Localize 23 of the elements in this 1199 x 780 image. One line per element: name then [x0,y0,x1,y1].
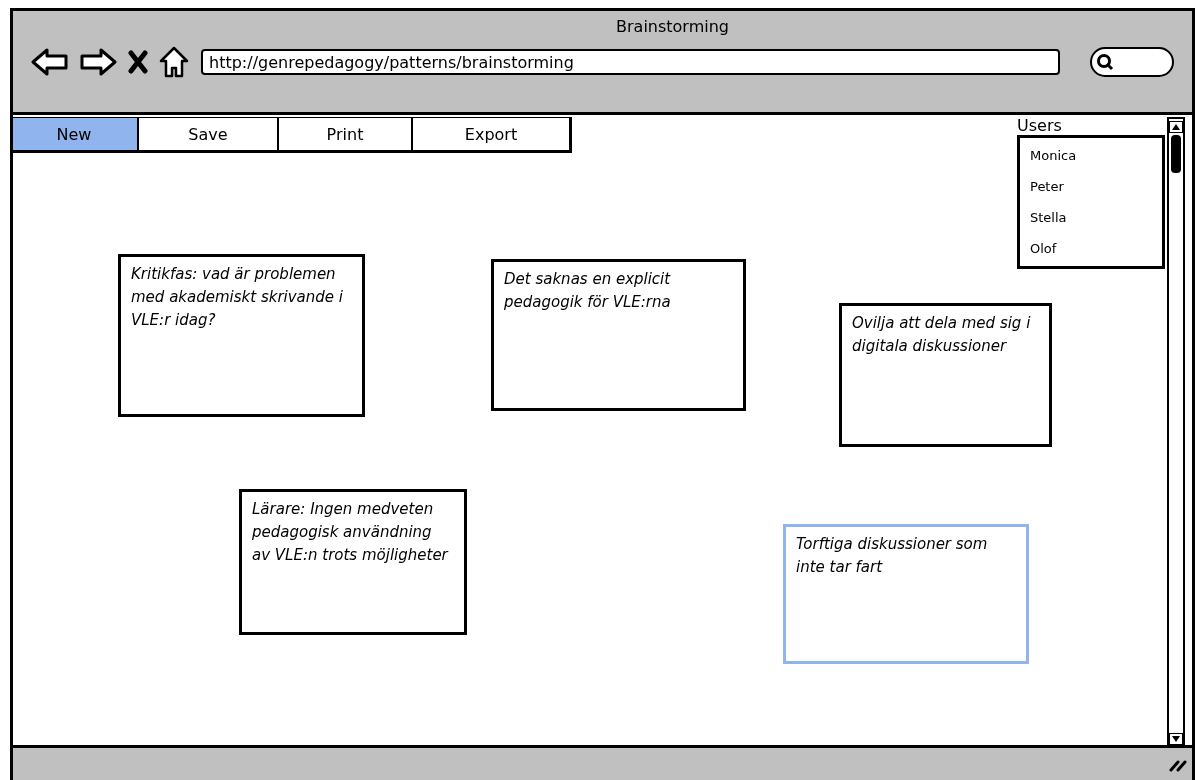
users-label: Users [1017,116,1063,135]
scroll-thumb[interactable] [1171,135,1181,173]
home-icon[interactable] [159,46,189,78]
window-title: Brainstorming [615,17,730,36]
toolbar-button[interactable]: New [13,118,139,150]
sticky-note[interactable]: Torftiga diskussioner som inte tar fart [783,524,1029,664]
close-icon[interactable] [127,50,149,74]
user-item[interactable]: Monica [1030,140,1152,171]
sticky-note[interactable]: Lärare: Ingen medveten pedagogisk användning av VLE:n trots möjligheter [239,489,467,635]
user-item[interactable]: Peter [1030,171,1152,202]
vertical-scrollbar[interactable] [1167,117,1185,745]
search-icon [1096,53,1114,71]
user-item[interactable]: Stella [1030,202,1152,233]
search-field[interactable] [1090,47,1174,77]
back-icon[interactable] [31,47,69,77]
sticky-note[interactable]: Det saknas en explicit pedagogik för VLE:rna [491,259,746,411]
scroll-up-icon[interactable] [1169,121,1183,133]
scroll-down-icon[interactable] [1169,733,1183,745]
sticky-note[interactable]: Kritikfas: vad är problemen med akademiskt skrivande i VLE:r idag? [118,254,365,417]
user-item[interactable]: Olof [1030,233,1152,264]
address-field[interactable]: http://genrepedagogy/patterns/brainstorming [201,49,1060,75]
forward-icon[interactable] [79,47,117,77]
sticky-note[interactable]: Ovilja att dela med sig i digitala diskussioner [839,303,1052,447]
